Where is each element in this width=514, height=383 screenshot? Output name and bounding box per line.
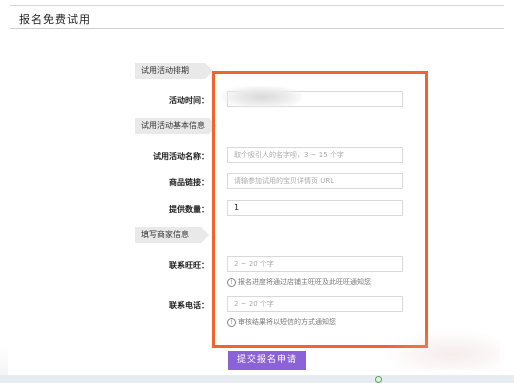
top-divider (10, 5, 504, 6)
section-basic-info: 试用活动基本信息 (135, 118, 217, 134)
highlight-box (212, 71, 428, 348)
product-link-label: 商品链接： (169, 178, 209, 187)
activity-time-label: 活动时间： (169, 96, 209, 105)
wangwang-label: 联系旺旺： (169, 261, 209, 270)
activity-name-label: 试用活动名称： (153, 152, 209, 161)
edge-shade (0, 345, 8, 375)
submit-button[interactable]: 提交报名申请 (228, 351, 306, 370)
section-schedule: 试用活动排期 (135, 63, 213, 79)
title-divider (10, 28, 504, 29)
bottom-bar (0, 375, 514, 383)
quantity-label: 提供数量： (169, 205, 209, 214)
status-circle-icon (375, 376, 382, 383)
section-merchant-info: 填写商家信息 (135, 227, 209, 243)
phone-label: 联系电话： (169, 301, 209, 310)
page-title: 报名免费试用 (19, 13, 91, 26)
watermark (380, 330, 500, 370)
